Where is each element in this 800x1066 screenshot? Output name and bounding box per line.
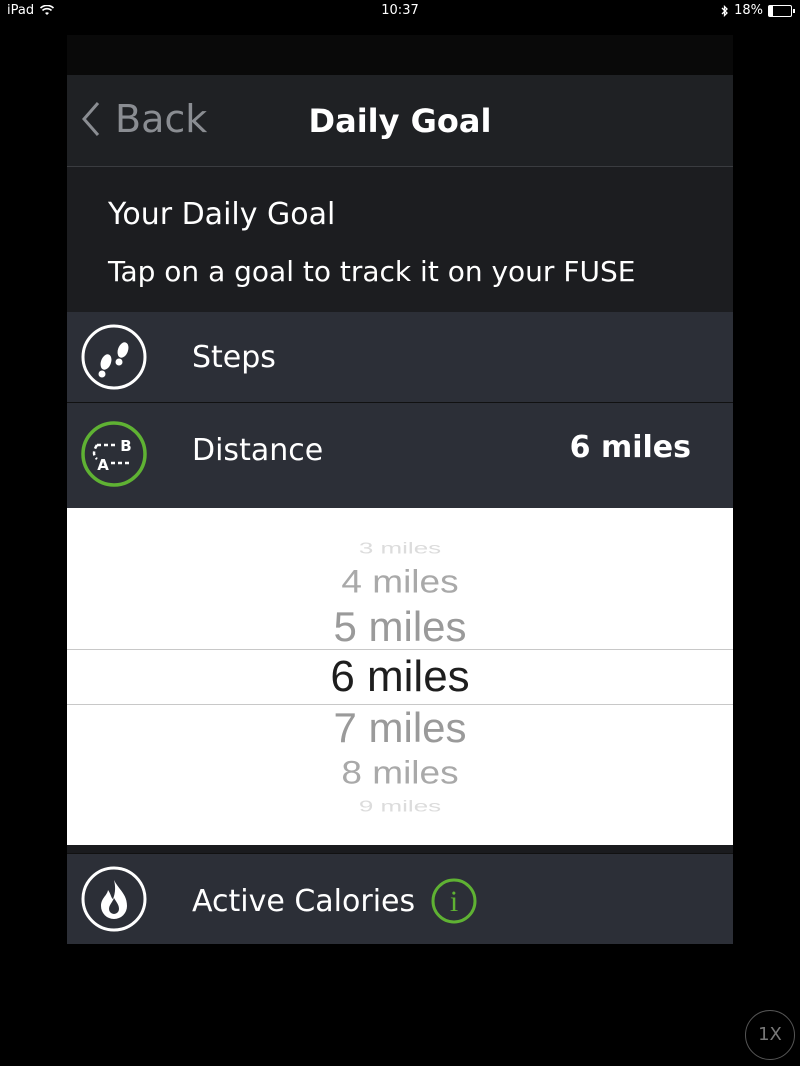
intro-heading: Your Daily Goal: [108, 197, 336, 232]
status-bar: iPad 10:37 18%: [0, 0, 800, 22]
navigation-bar: Back Daily Goal: [67, 75, 733, 167]
intro-subtitle: Tap on a goal to track it on your FUSE: [108, 255, 636, 288]
picker-option[interactable]: 4 miles: [67, 564, 733, 599]
app-top-strip: [67, 35, 733, 75]
picker-option[interactable]: 5 miles: [67, 605, 733, 649]
goal-row-active-calories[interactable]: Active Calories i: [67, 853, 733, 944]
svg-text:A: A: [97, 456, 109, 474]
info-icon[interactable]: i: [431, 878, 477, 924]
zoom-1x-button[interactable]: 1X: [745, 1010, 795, 1060]
svg-text:i: i: [450, 885, 458, 918]
battery-level: [769, 5, 773, 16]
flame-icon: [81, 866, 147, 932]
picker-option[interactable]: 9 miles: [67, 798, 733, 814]
picker-option-selected[interactable]: 6 miles: [67, 654, 733, 700]
goal-row-steps[interactable]: Steps: [67, 312, 733, 403]
status-right: 18%: [721, 3, 795, 18]
section-divider: [67, 845, 733, 853]
goal-label-distance: Distance: [192, 433, 324, 468]
battery-percent: 18%: [734, 3, 763, 18]
distance-picker[interactable]: 3 miles 4 miles 5 miles 6 miles 7 miles …: [67, 508, 733, 845]
a-to-b-route-icon: B A: [81, 421, 147, 487]
goal-row-distance[interactable]: B A Distance 6 miles: [67, 403, 733, 508]
footprints-icon: [81, 324, 147, 390]
bluetooth-icon: [721, 4, 729, 17]
picker-option[interactable]: 3 miles: [67, 540, 733, 556]
goal-value-distance: 6 miles: [569, 430, 691, 465]
status-time: 10:37: [381, 3, 419, 18]
goal-label-active-calories: Active Calories: [192, 884, 416, 919]
goal-label-steps: Steps: [192, 340, 276, 375]
page-title: Daily Goal: [308, 102, 492, 140]
picker-option[interactable]: 8 miles: [67, 755, 733, 790]
picker-option[interactable]: 7 miles: [67, 706, 733, 750]
intro-section: Your Daily Goal Tap on a goal to track i…: [67, 167, 733, 312]
battery-icon: [768, 4, 795, 17]
svg-text:B: B: [120, 437, 131, 455]
